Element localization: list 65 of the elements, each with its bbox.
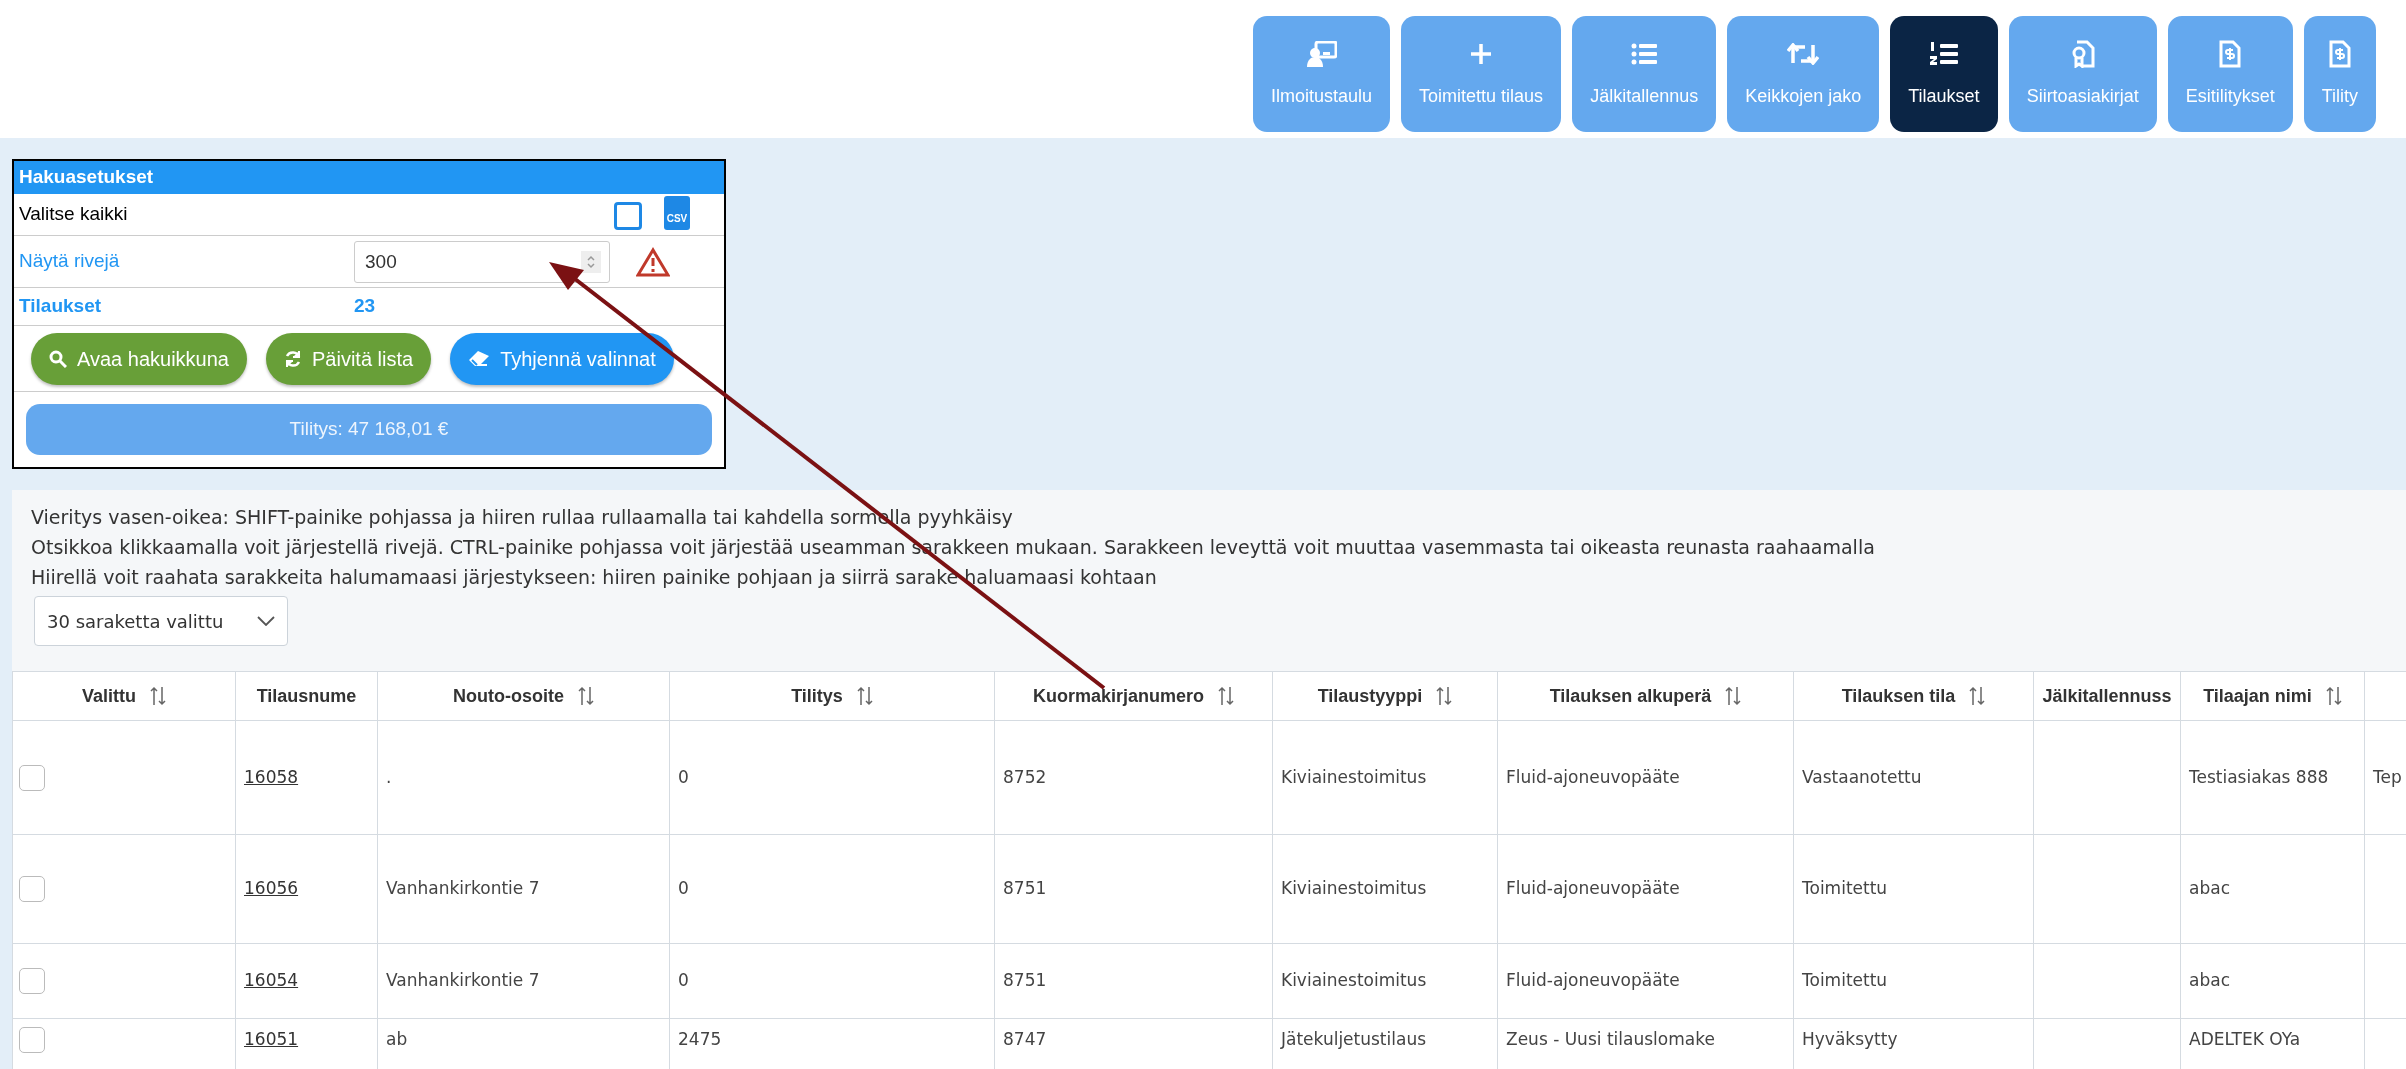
table-cell: 2475 (678, 1029, 722, 1049)
order-number-link[interactable]: 16054 (244, 970, 299, 991)
sort-icon[interactable] (578, 686, 594, 706)
eraser-icon (468, 349, 491, 368)
table-cell: ab (386, 1029, 408, 1049)
row-checkbox[interactable] (19, 876, 45, 902)
table-cell: Fluid-ajoneuvopääte (1506, 766, 1680, 787)
table-cell: Jätekuljetustilaus (1281, 1029, 1426, 1049)
table-cell: Toimitettu (1802, 878, 1888, 899)
column-select[interactable]: 30 saraketta valittu (34, 596, 288, 646)
table-cell: Kiviainestoimitus (1281, 878, 1427, 899)
refresh-icon (283, 349, 302, 368)
table-cell: 8751 (1003, 878, 1047, 899)
rows-input-field[interactable]: 300 (354, 241, 610, 283)
table-cell: Toimitettu (1802, 970, 1888, 991)
table-cell: Testiasiakas 888 (2189, 766, 2329, 787)
order-number-link[interactable]: 16058 (244, 766, 299, 787)
table-cell: Vastaanotettu (1802, 766, 1922, 787)
chevron-down-icon (257, 616, 275, 626)
table-cell: Hyväksytty (1802, 1029, 1898, 1049)
table-cell: 8751 (1003, 970, 1047, 991)
order-number-link[interactable]: 16056 (244, 878, 299, 899)
table-cell: 0 (678, 970, 689, 991)
sort-icon[interactable] (856, 686, 873, 706)
sort-icon[interactable] (150, 686, 166, 706)
row-checkbox[interactable] (19, 1027, 45, 1053)
select-all-checkbox[interactable] (614, 202, 642, 230)
sort-icon[interactable] (1218, 686, 1234, 706)
spinner-icon (581, 251, 601, 273)
row-checkbox[interactable] (19, 764, 45, 791)
table-cell: Vanhankirkontie 7 (386, 878, 540, 899)
sort-icon[interactable] (1969, 686, 1986, 706)
table-cell: Kiviainestoimitus (1281, 766, 1427, 787)
dollar-file-icon (2219, 38, 2242, 69)
table-cell: Kiviainestoimitus (1281, 970, 1427, 991)
sort-icon[interactable] (2325, 686, 2342, 706)
table-cell: Fluid-ajoneuvopääte (1506, 970, 1680, 991)
panel-title: Hakuasetukset (14, 161, 724, 194)
table-cell: 8752 (1003, 766, 1047, 787)
table-cell: Vanhankirkontie 7 (386, 970, 540, 991)
table-cell: ADELTEK OYa (2189, 1029, 2301, 1049)
field-label: Näytä rivejä (19, 249, 120, 274)
table-cell: abac (2189, 878, 2230, 899)
file-badge-icon (2070, 38, 2095, 69)
table-cell: 8747 (1003, 1029, 1047, 1049)
orders-label: Tilaukset (19, 294, 102, 319)
search-icon (49, 349, 67, 368)
checkbox-label: Valitse kaikki (19, 202, 128, 227)
table-cell: 0 (678, 878, 689, 899)
table-cell: Fluid-ajoneuvopääte (1506, 878, 1680, 899)
person-board-icon (1306, 38, 1337, 69)
sort-icon[interactable] (1436, 686, 1453, 706)
sort-icon[interactable] (1725, 686, 1742, 706)
table-cell: Tep (2373, 766, 2402, 787)
orders-count: 23 (354, 294, 376, 319)
table-cell: . (386, 766, 392, 787)
dollar-file-icon (2328, 38, 2351, 69)
nav-tab[interactable]: Tilaukset (1890, 16, 1998, 132)
order-number-link[interactable]: 16051 (244, 1029, 299, 1049)
table-cell: abac (2189, 970, 2230, 991)
table-cell: 0 (678, 766, 689, 787)
csv-export-button[interactable]: CSV (664, 196, 690, 230)
row-checkbox[interactable] (19, 968, 45, 994)
instruction-text: Hiirellä voit raahata sarakkeita halumamaasi järjestykseen: hiiren painike pohjaan ja siirrä sarake haluamaasi kohtaan (31, 565, 1158, 590)
table-cell: Zeus - Uusi tilauslomake (1506, 1029, 1715, 1049)
